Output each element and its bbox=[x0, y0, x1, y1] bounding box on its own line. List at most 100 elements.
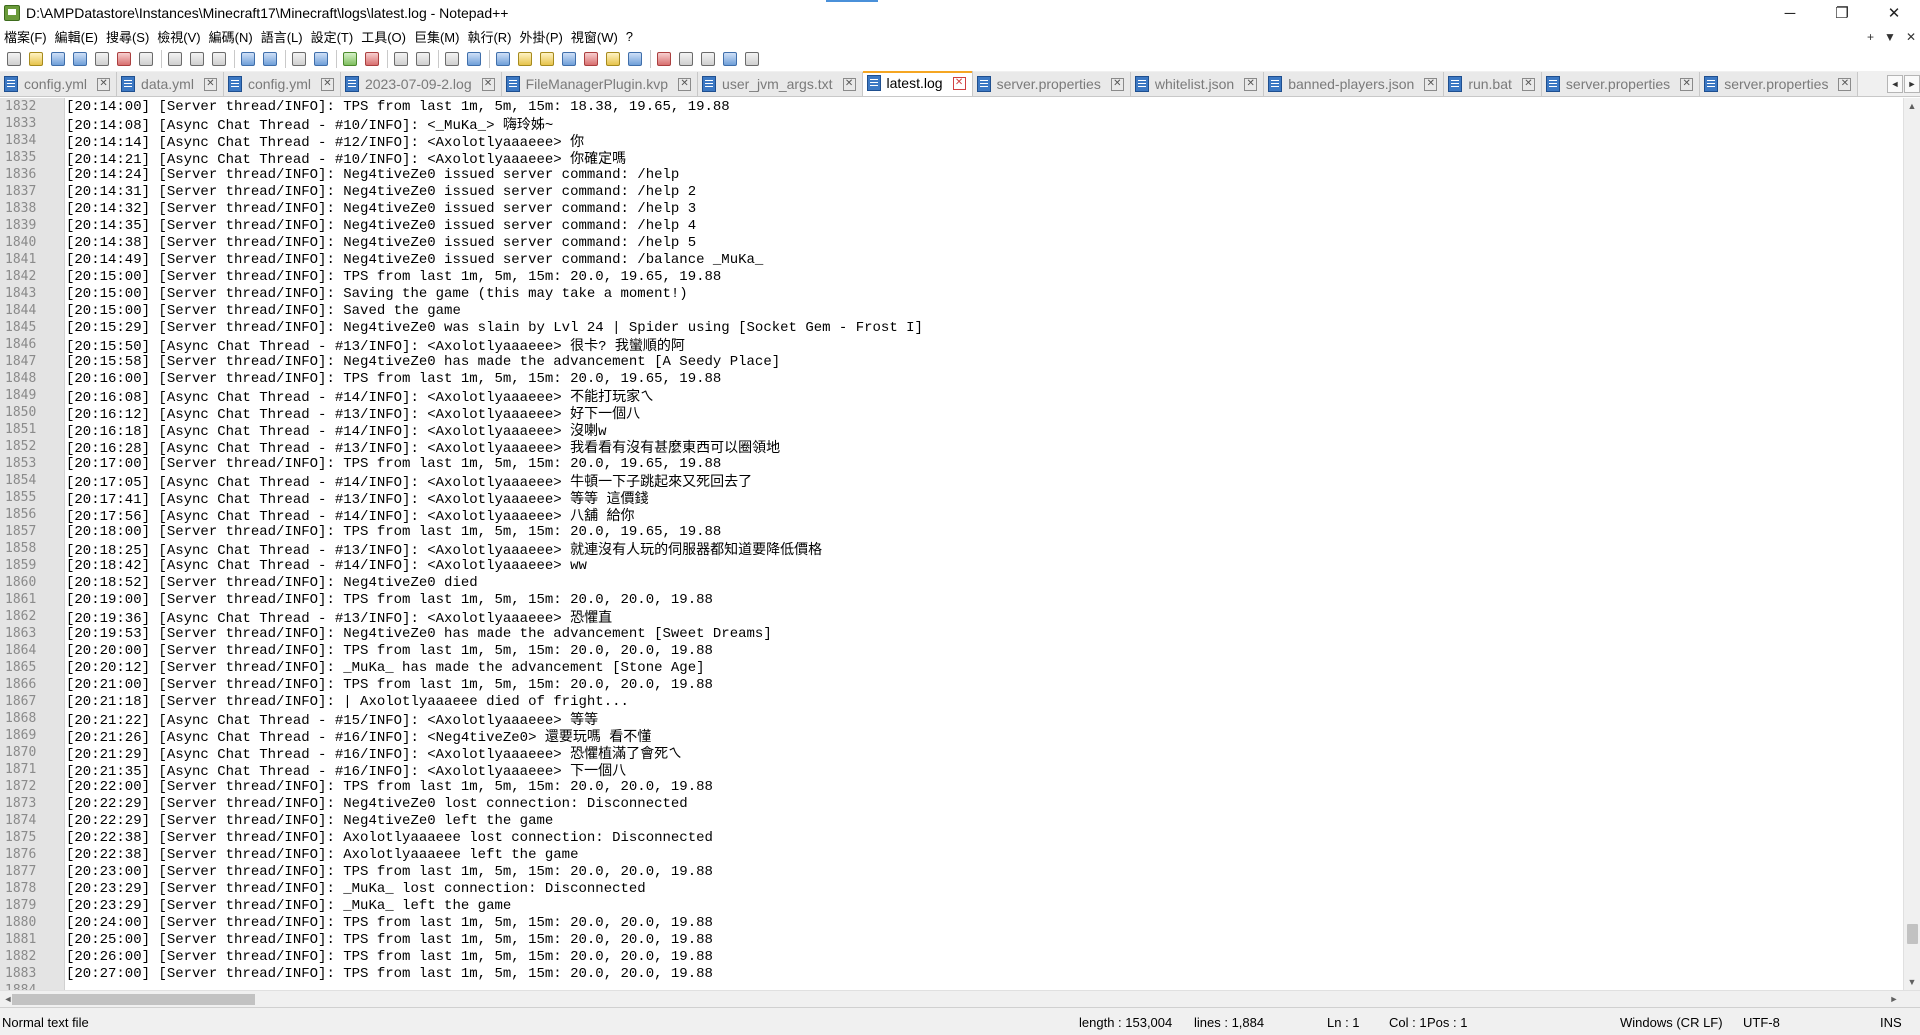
scroll-right-icon[interactable]: ► bbox=[1886, 991, 1902, 1007]
menu-settings[interactable]: 設定(T) bbox=[307, 27, 358, 46]
line-text[interactable]: [20:14:38] [Server thread/INFO]: Neg4tiv… bbox=[61, 235, 696, 251]
log-line[interactable]: 1835 [20:14:21] [Async Chat Thread - #10/… bbox=[0, 148, 1903, 168]
save-macro-icon[interactable] bbox=[742, 49, 762, 69]
line-text[interactable]: [20:14:00] [Server thread/INFO]: TPS fro… bbox=[61, 99, 730, 115]
tab-server-properties-3[interactable]: server.properties ✕ bbox=[1700, 72, 1859, 96]
function-list-icon[interactable] bbox=[581, 49, 601, 69]
tab-run-bat[interactable]: run.bat ✕ bbox=[1444, 72, 1542, 96]
tab-close-icon[interactable]: ✕ bbox=[203, 77, 217, 91]
menu-macro[interactable]: 巨集(M) bbox=[410, 27, 464, 46]
log-line[interactable]: 1867 [20:21:18] [Server thread/INFO]: | A… bbox=[0, 693, 1903, 710]
horizontal-scroll-thumb[interactable] bbox=[12, 994, 255, 1005]
log-line[interactable]: 1855 [20:17:41] [Async Chat Thread - #13/… bbox=[0, 489, 1903, 508]
tab-whitelist-json[interactable]: whitelist.json ✕ bbox=[1130, 72, 1265, 96]
line-text[interactable]: [20:18:00] [Server thread/INFO]: TPS fro… bbox=[61, 524, 721, 540]
log-line[interactable]: 1856 [20:17:56] [Async Chat Thread - #14/… bbox=[0, 505, 1903, 525]
zoom-out-icon[interactable] bbox=[362, 49, 382, 69]
tab-filemanagerplugin-kvp[interactable]: FileManagerPlugin.kvp ✕ bbox=[501, 72, 699, 96]
log-line[interactable]: 1836 [20:14:24] [Server thread/INFO]: Neg… bbox=[0, 166, 1903, 183]
log-line[interactable]: 1876 [20:22:38] [Server thread/INFO]: Axo… bbox=[0, 846, 1903, 863]
menu-language[interactable]: 語言(L) bbox=[257, 27, 307, 46]
log-line[interactable]: 1859 [20:18:42] [Async Chat Thread - #14/… bbox=[0, 557, 1903, 574]
line-text[interactable]: [20:18:25] [Async Chat Thread - #13/INFO… bbox=[61, 539, 822, 559]
line-text[interactable]: [20:14:49] [Server thread/INFO]: Neg4tiv… bbox=[61, 252, 763, 268]
line-text[interactable]: [20:21:18] [Server thread/INFO]: | Axolo… bbox=[61, 694, 629, 710]
line-text[interactable]: [20:23:29] [Server thread/INFO]: _MuKa_ … bbox=[61, 881, 646, 897]
status-encoding[interactable]: UTF-8 bbox=[1743, 1015, 1780, 1030]
line-text[interactable]: [20:20:12] [Server thread/INFO]: _MuKa_ … bbox=[61, 660, 705, 676]
line-text[interactable]: [20:21:00] [Server thread/INFO]: TPS fro… bbox=[61, 677, 713, 693]
stop-recording-icon[interactable] bbox=[676, 49, 696, 69]
log-line[interactable]: 1883 [20:27:00] [Server thread/INFO]: TPS… bbox=[0, 965, 1903, 982]
line-text[interactable]: [20:22:38] [Server thread/INFO]: Axolotl… bbox=[61, 830, 713, 846]
tab-config-yml-2[interactable]: config.yml ✕ bbox=[223, 72, 341, 96]
log-line[interactable]: 1868 [20:21:22] [Async Chat Thread - #15/… bbox=[0, 710, 1903, 729]
log-line[interactable]: 1840 [20:14:38] [Server thread/INFO]: Neg… bbox=[0, 234, 1903, 251]
close-document-icon[interactable]: ✕ bbox=[1906, 30, 1916, 44]
run-macro-multiple-icon[interactable] bbox=[720, 49, 740, 69]
log-line[interactable]: 1853 [20:17:00] [Server thread/INFO]: TPS… bbox=[0, 455, 1903, 472]
line-text[interactable]: [20:22:00] [Server thread/INFO]: TPS fro… bbox=[61, 779, 713, 795]
log-line[interactable]: 1843 [20:15:00] [Server thread/INFO]: Sav… bbox=[0, 285, 1903, 302]
new-tab-plus-icon[interactable]: + bbox=[1867, 30, 1874, 44]
line-text[interactable]: [20:14:24] [Server thread/INFO]: Neg4tiv… bbox=[61, 167, 679, 183]
line-text[interactable]: [20:23:29] [Server thread/INFO]: _MuKa_ … bbox=[61, 898, 511, 914]
tab-data-yml[interactable]: data.yml ✕ bbox=[117, 72, 224, 96]
tab-close-icon[interactable]: ✕ bbox=[481, 77, 495, 91]
menu-run[interactable]: 執行(R) bbox=[463, 27, 515, 46]
log-line[interactable]: 1842 [20:15:00] [Server thread/INFO]: TPS… bbox=[0, 268, 1903, 285]
horizontal-scrollbar[interactable]: ◄ ► bbox=[0, 990, 1920, 1007]
open-file-icon[interactable] bbox=[26, 49, 46, 69]
minimize-button[interactable]: ─ bbox=[1764, 0, 1816, 26]
user-defined-language-icon[interactable] bbox=[515, 49, 535, 69]
line-text[interactable]: [20:22:38] [Server thread/INFO]: Axolotl… bbox=[61, 847, 578, 863]
status-eol-format[interactable]: Windows (CR LF) bbox=[1620, 1015, 1723, 1030]
log-line[interactable]: 1874 [20:22:29] [Server thread/INFO]: Neg… bbox=[0, 812, 1903, 829]
menu-view[interactable]: 檢視(V) bbox=[153, 27, 204, 46]
close-window-button[interactable]: ✕ bbox=[1868, 0, 1920, 26]
zoom-in-icon[interactable] bbox=[340, 49, 360, 69]
log-line[interactable]: 1863 [20:19:53] [Server thread/INFO]: Neg… bbox=[0, 625, 1903, 642]
log-line[interactable]: 1873 [20:22:29] [Server thread/INFO]: Neg… bbox=[0, 795, 1903, 812]
line-text[interactable]: [20:26:00] [Server thread/INFO]: TPS fro… bbox=[61, 949, 713, 965]
log-line[interactable]: 1833 [20:14:08] [Async Chat Thread - #10/… bbox=[0, 115, 1903, 134]
tab-close-icon[interactable]: ✕ bbox=[1244, 77, 1258, 91]
menu-tools[interactable]: 工具(O) bbox=[357, 27, 410, 46]
line-text[interactable]: [20:21:35] [Async Chat Thread - #16/INFO… bbox=[61, 760, 626, 780]
document-list-icon[interactable] bbox=[559, 49, 579, 69]
paste-icon[interactable] bbox=[209, 49, 229, 69]
log-line[interactable]: 1848 [20:16:00] [Server thread/INFO]: TPS… bbox=[0, 370, 1903, 387]
tab-close-icon[interactable]: ✕ bbox=[1424, 77, 1438, 91]
line-text[interactable]: [20:17:56] [Async Chat Thread - #14/INFO… bbox=[61, 505, 634, 525]
log-line[interactable]: 1865 [20:20:12] [Server thread/INFO]: _Mu… bbox=[0, 659, 1903, 676]
log-line[interactable]: 1846 [20:15:50] [Async Chat Thread - #13/… bbox=[0, 335, 1903, 355]
word-wrap-icon[interactable] bbox=[442, 49, 462, 69]
undo-icon[interactable] bbox=[238, 49, 258, 69]
log-line[interactable]: 1837 [20:14:31] [Server thread/INFO]: Neg… bbox=[0, 183, 1903, 200]
tab-close-icon[interactable]: ✕ bbox=[320, 77, 334, 91]
menu-search[interactable]: 搜尋(S) bbox=[102, 27, 153, 46]
menu-window[interactable]: 視窗(W) bbox=[567, 27, 622, 46]
log-line[interactable]: 1839 [20:14:35] [Server thread/INFO]: Neg… bbox=[0, 217, 1903, 234]
line-text[interactable]: [20:19:36] [Async Chat Thread - #13/INFO… bbox=[61, 607, 612, 627]
new-file-icon[interactable] bbox=[4, 49, 24, 69]
line-text[interactable]: [20:15:00] [Server thread/INFO]: Saving … bbox=[61, 286, 688, 302]
line-text[interactable]: [20:18:52] [Server thread/INFO]: Neg4tiv… bbox=[61, 575, 478, 591]
document-map-icon[interactable] bbox=[537, 49, 557, 69]
log-line[interactable]: 1881 [20:25:00] [Server thread/INFO]: TPS… bbox=[0, 931, 1903, 948]
line-text[interactable]: [20:19:00] [Server thread/INFO]: TPS fro… bbox=[61, 592, 713, 608]
close-all-icon[interactable] bbox=[114, 49, 134, 69]
log-line[interactable]: 1841 [20:14:49] [Server thread/INFO]: Neg… bbox=[0, 251, 1903, 268]
menu-help[interactable]: ? bbox=[622, 29, 637, 44]
indent-guide-icon[interactable] bbox=[493, 49, 513, 69]
tab-close-icon[interactable]: ✕ bbox=[1680, 77, 1694, 91]
line-text[interactable]: [20:14:31] [Server thread/INFO]: Neg4tiv… bbox=[61, 184, 696, 200]
vertical-scrollbar[interactable]: ▲ ▼ bbox=[1903, 98, 1920, 990]
vertical-scroll-thumb[interactable] bbox=[1907, 924, 1918, 944]
log-line[interactable]: 1861 [20:19:00] [Server thread/INFO]: TPS… bbox=[0, 591, 1903, 608]
line-text[interactable]: [20:15:50] [Async Chat Thread - #13/INFO… bbox=[61, 335, 685, 355]
sync-horizontal-icon[interactable] bbox=[413, 49, 433, 69]
print-icon[interactable] bbox=[136, 49, 156, 69]
line-text[interactable]: [20:22:29] [Server thread/INFO]: Neg4tiv… bbox=[61, 796, 688, 812]
line-text[interactable]: [20:14:21] [Async Chat Thread - #10/INFO… bbox=[61, 148, 626, 168]
